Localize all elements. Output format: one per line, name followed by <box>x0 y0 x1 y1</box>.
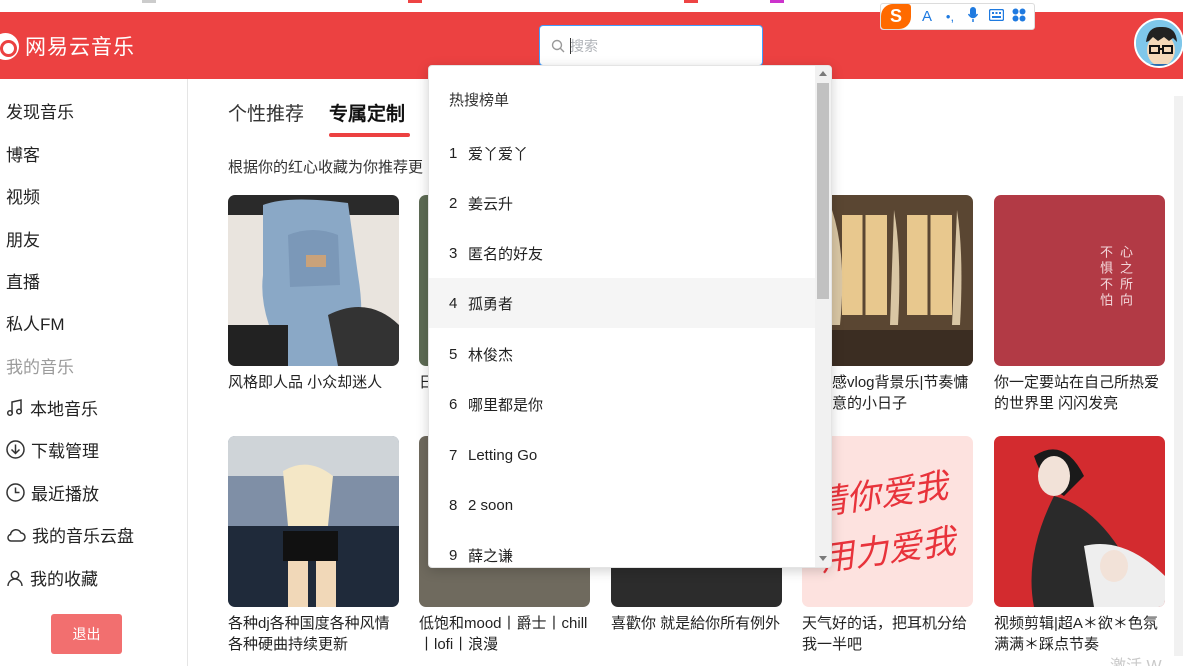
hot-search-rank: 7 <box>449 446 458 464</box>
hot-search-rank: 4 <box>449 294 458 312</box>
hot-search-item[interactable]: 8 2 soon <box>429 480 815 530</box>
hot-search-term: 2 soon <box>468 496 514 514</box>
hot-search-item[interactable]: 2 姜云升 <box>429 178 815 228</box>
recommend-intro-text: 根据你的红心收藏为你推荐更 <box>228 159 424 176</box>
hot-search-item[interactable]: 9 薛之谦 <box>429 530 815 567</box>
playlist-cover[interactable] <box>994 436 1165 607</box>
avatar[interactable] <box>1134 18 1183 68</box>
hot-search-term: 匿名的好友 <box>468 245 544 263</box>
sidebar-item-local-music[interactable]: 本地音乐 <box>6 395 98 420</box>
music-note-icon <box>6 398 23 416</box>
cloud-icon <box>7 528 26 542</box>
clock-icon <box>6 483 25 502</box>
tab-custom[interactable]: 专属定制 <box>329 99 405 126</box>
ime-punctuation-toggle[interactable]: •, <box>943 9 957 24</box>
hot-search-term: 薛之谦 <box>468 547 514 565</box>
sidebar-item-label: 本地音乐 <box>30 400 98 419</box>
sidebar-item-collection[interactable]: 我的收藏 <box>6 565 98 590</box>
sidebar-section-my-music: 我的音乐 <box>6 358 74 377</box>
hot-search-item[interactable]: 4 孤勇者 <box>429 278 815 328</box>
user-icon <box>7 570 23 586</box>
scroll-down-arrow-icon[interactable] <box>819 556 827 561</box>
hot-search-rank: 9 <box>449 546 458 564</box>
sidebar-item-downloads[interactable]: 下载管理 <box>6 437 99 462</box>
sidebar-item-fm[interactable]: 私人FM <box>6 310 65 335</box>
playlist-title[interactable]: 喜歡你 就是給你所有例外 <box>611 613 787 634</box>
sidebar-item-label: 我的收藏 <box>30 570 98 589</box>
sidebar-item-friends[interactable]: 朋友 <box>6 226 40 251</box>
hot-search-rank: 2 <box>449 194 458 212</box>
scrollbar-thumb[interactable] <box>817 83 829 299</box>
netease-logo-icon <box>0 32 19 60</box>
hot-search-rank: 8 <box>449 496 458 514</box>
sidebar-item-label: 下载管理 <box>31 442 99 461</box>
playlist-title[interactable]: 天气好的话，把耳机分给我一半吧 <box>802 613 978 655</box>
playlist-card[interactable]: 视频剪辑|超A＊欲＊色氛满满＊踩点节奏 <box>994 436 1165 655</box>
scroll-up-arrow-icon[interactable] <box>819 71 827 76</box>
app-logo[interactable]: 网易云音乐 <box>0 31 135 61</box>
playlist-title[interactable]: 你一定要站在自己所热爱的世界里 闪闪发亮 <box>994 372 1170 414</box>
app-logo-text: 网易云音乐 <box>25 36 135 59</box>
hot-search-rank: 1 <box>449 144 458 162</box>
tab-recommend[interactable]: 个性推荐 <box>228 99 304 126</box>
text-caret <box>570 38 571 54</box>
search-box[interactable] <box>539 25 763 66</box>
sogou-ime-logo[interactable]: S <box>881 4 911 29</box>
playlist-title[interactable]: 风格即人品 小众却迷人 <box>228 372 404 393</box>
hot-search-rank: 3 <box>449 244 458 262</box>
playlist-title[interactable]: 视频剪辑|超A＊欲＊色氛满满＊踩点节奏 <box>994 613 1170 655</box>
sidebar-item-video[interactable]: 视频 <box>6 183 40 208</box>
hot-search-term: Letting Go <box>468 446 538 464</box>
hot-search-rank: 6 <box>449 395 458 413</box>
download-icon <box>6 440 25 459</box>
avatar-image <box>1136 20 1182 66</box>
hot-search-item[interactable]: 1 爱丫爱丫 <box>429 128 815 178</box>
mic-icon[interactable] <box>966 7 980 26</box>
playlist-title[interactable]: 各种dj各种国度各种风情各种硬曲持续更新 <box>228 613 404 655</box>
hot-search-dropdown: 热搜榜单 1 爱丫爱丫 2 姜云升 3 匿名的好友 4 孤勇者 5 林俊杰 6 … <box>428 65 832 568</box>
ime-toolbar: S A •, <box>880 3 1035 30</box>
logout-button[interactable]: 退出 <box>51 614 122 654</box>
active-tab-indicator <box>329 133 410 137</box>
hot-search-term: 姜云升 <box>468 195 514 213</box>
keyboard-icon[interactable] <box>988 8 1005 25</box>
ime-mode-toggle[interactable]: A <box>920 8 934 25</box>
sidebar-item-discover[interactable]: 发现音乐 <box>6 98 74 123</box>
hot-search-term: 林俊杰 <box>468 346 514 364</box>
sidebar-item-podcast[interactable]: 博客 <box>6 141 40 166</box>
grid-icon[interactable] <box>1012 8 1026 26</box>
dropdown-scrollbar[interactable] <box>815 66 831 567</box>
playlist-title[interactable]: 低饱和mood丨爵士丨chill丨lofi丨浪漫 <box>419 613 595 655</box>
playlist-card[interactable]: 心之所向 不惧不怕 你一定要站在自己所热爱的世界里 闪闪发亮 <box>994 195 1165 414</box>
hot-search-term: 爱丫爱丫 <box>468 145 529 163</box>
sidebar-item-label: 最近播放 <box>31 485 99 504</box>
cover-text: 心之所向 不惧不怕 <box>1097 245 1132 309</box>
page-scrollbar[interactable] <box>1174 96 1183 656</box>
playlist-cover[interactable]: 心之所向 不惧不怕 <box>994 195 1165 366</box>
cover-text: 请你爱我 用力爱我 <box>810 465 959 580</box>
search-icon <box>551 39 565 53</box>
playlist-cover[interactable] <box>228 195 399 366</box>
sidebar: 发现音乐 博客 视频 朋友 直播 私人FM 我的音乐 本地音乐 下载管理 最近播… <box>0 79 188 666</box>
hot-search-item[interactable]: 7 Letting Go <box>429 430 815 480</box>
hot-search-rank: 5 <box>449 345 458 363</box>
sidebar-item-cloud[interactable]: 我的音乐云盘 <box>6 522 134 547</box>
sidebar-item-recent[interactable]: 最近播放 <box>6 480 99 505</box>
app-window: 网易云音乐 S A •, <box>0 0 1183 666</box>
playlist-card[interactable]: 各种dj各种国度各种风情各种硬曲持续更新 <box>228 436 399 655</box>
hot-search-item[interactable]: 5 林俊杰 <box>429 329 815 379</box>
hot-search-term: 孤勇者 <box>468 295 514 313</box>
sidebar-item-live[interactable]: 直播 <box>6 268 40 293</box>
hot-search-heading: 热搜榜单 <box>449 92 510 109</box>
playlist-card[interactable]: 风格即人品 小众却迷人 <box>228 195 399 393</box>
search-input[interactable] <box>570 34 750 58</box>
sidebar-item-label: 我的音乐云盘 <box>32 527 134 546</box>
hot-search-item[interactable]: 3 匿名的好友 <box>429 228 815 278</box>
hot-search-item[interactable]: 6 哪里都是你 <box>429 379 815 429</box>
hot-search-term: 哪里都是你 <box>468 396 544 414</box>
activation-watermark: 激活 W <box>1110 652 1162 666</box>
playlist-cover[interactable] <box>228 436 399 607</box>
